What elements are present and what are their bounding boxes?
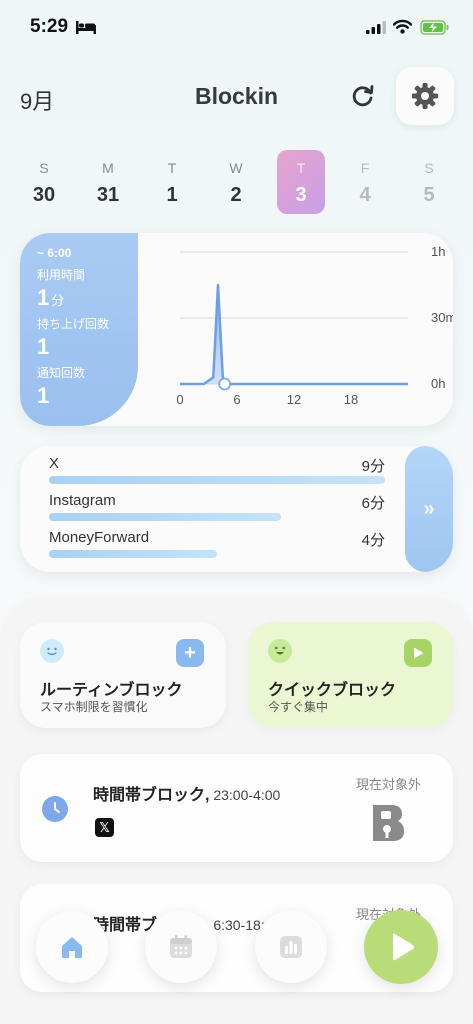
- routine-block-tile[interactable]: + ルーティンブロック スマホ制限を習慣化: [20, 622, 226, 728]
- x-tick-label: 12: [287, 392, 301, 407]
- notifications-label: 通知回数: [37, 366, 86, 381]
- screen-time-label: 利用時間: [37, 268, 86, 282]
- app-minutes: 4分: [361, 532, 385, 549]
- usage-chart: 1h 30m 0h 0 6 12 18: [176, 244, 453, 407]
- laughing-face-icon: [268, 639, 292, 663]
- play-icon: [414, 647, 424, 659]
- app-usage-bar: [49, 513, 281, 521]
- more-apps-button[interactable]: »: [405, 446, 453, 572]
- status-time: 5:29: [30, 16, 69, 37]
- usage-range: ~ 6:00: [37, 246, 72, 260]
- schedule-status: 現在対象外: [356, 777, 422, 792]
- nav-stats-button[interactable]: [255, 911, 327, 983]
- y-tick-label: 0h: [431, 376, 445, 391]
- play-icon: [393, 933, 414, 961]
- y-tick-label: 1h: [431, 244, 445, 259]
- day-fri[interactable]: F4: [341, 150, 389, 214]
- app-minutes: 6分: [361, 495, 385, 512]
- bed-icon: [76, 21, 96, 34]
- app-name: X: [49, 455, 60, 472]
- settings-button[interactable]: [396, 67, 454, 125]
- nav-calendar-button[interactable]: [145, 911, 217, 983]
- usage-stats-panel: ~ 6:00 利用時間 1分 持ち上げ回数 1 通知回数 1: [20, 233, 138, 426]
- schedule-card[interactable]: 時間帯ブロック, 23:00-4:00 𝕏 現在対象外: [20, 754, 453, 862]
- signal-icon: [366, 21, 386, 34]
- status-bar: 5:29: [0, 0, 473, 56]
- nav-home-button[interactable]: [36, 911, 108, 983]
- battery-charging-icon: [420, 20, 449, 35]
- day-sun[interactable]: S 30: [20, 150, 68, 214]
- x-tick-label: 0: [176, 392, 183, 407]
- week-strip: S 30 M 31 T1 W2 T3 F4 S5: [10, 150, 463, 214]
- quick-block-subtitle: 今すぐ集中: [268, 700, 329, 714]
- day-tue[interactable]: T1: [148, 150, 196, 214]
- calendar-icon: [170, 935, 192, 958]
- pickups-value: 1: [37, 334, 50, 360]
- pickups-label: 持ち上げ回数: [37, 317, 110, 332]
- start-block-button[interactable]: [364, 910, 438, 984]
- schedule-time: 23:00-4:00: [209, 787, 281, 803]
- day-sat[interactable]: S5: [405, 150, 453, 214]
- app-row-x: X 9分: [49, 455, 385, 489]
- refresh-button[interactable]: [347, 80, 379, 112]
- app-row-moneyforward: MoneyForward 4分: [49, 529, 385, 563]
- app-usage-bar: [49, 476, 385, 484]
- quick-start-button[interactable]: [404, 639, 432, 667]
- wifi-icon: [393, 19, 412, 34]
- refresh-icon: [352, 85, 374, 107]
- x-tick-label: 6: [233, 392, 240, 407]
- usage-card[interactable]: ~ 6:00 利用時間 1分 持ち上げ回数 1 通知回数 1 1h 30m 0h 0 6…: [20, 233, 453, 426]
- usage-line: [180, 283, 408, 386]
- app-minutes: 9分: [361, 458, 385, 475]
- home-icon: [62, 937, 82, 958]
- add-routine-button[interactable]: +: [176, 639, 204, 667]
- x-tick-label: 18: [344, 392, 358, 407]
- quick-block-tile[interactable]: クイックブロック 今すぐ集中: [248, 622, 454, 728]
- lock-icon: [373, 805, 404, 841]
- app-usage-bar: [49, 550, 217, 558]
- app-name: Instagram: [49, 492, 116, 509]
- gear-icon: [412, 83, 438, 109]
- bar-chart-icon: [280, 936, 302, 958]
- app-row-instagram: Instagram 6分: [49, 492, 385, 526]
- smile-face-icon: [40, 639, 64, 663]
- notifications-value: 1: [37, 383, 50, 409]
- x-app-icon: 𝕏: [95, 818, 114, 837]
- quick-block-title: クイックブロック: [268, 682, 397, 699]
- day-thu-selected[interactable]: T3: [277, 150, 325, 214]
- screen-time-value: 1分: [37, 285, 65, 310]
- clock-icon: [42, 796, 68, 822]
- schedule-title: 時間帯ブロック, 23:00-4:00: [93, 787, 281, 804]
- day-wed[interactable]: W2: [212, 150, 260, 214]
- routine-block-subtitle: スマホ制限を習慣化: [40, 700, 148, 714]
- current-time-marker: [218, 377, 232, 391]
- y-tick-label: 30m: [431, 310, 453, 325]
- app-name: MoneyForward: [49, 529, 150, 546]
- app-usage-card[interactable]: X 9分 Instagram 6分 MoneyForward 4分 »: [20, 446, 453, 572]
- day-mon[interactable]: M 31: [84, 150, 132, 214]
- routine-block-title: ルーティンブロック: [40, 682, 183, 699]
